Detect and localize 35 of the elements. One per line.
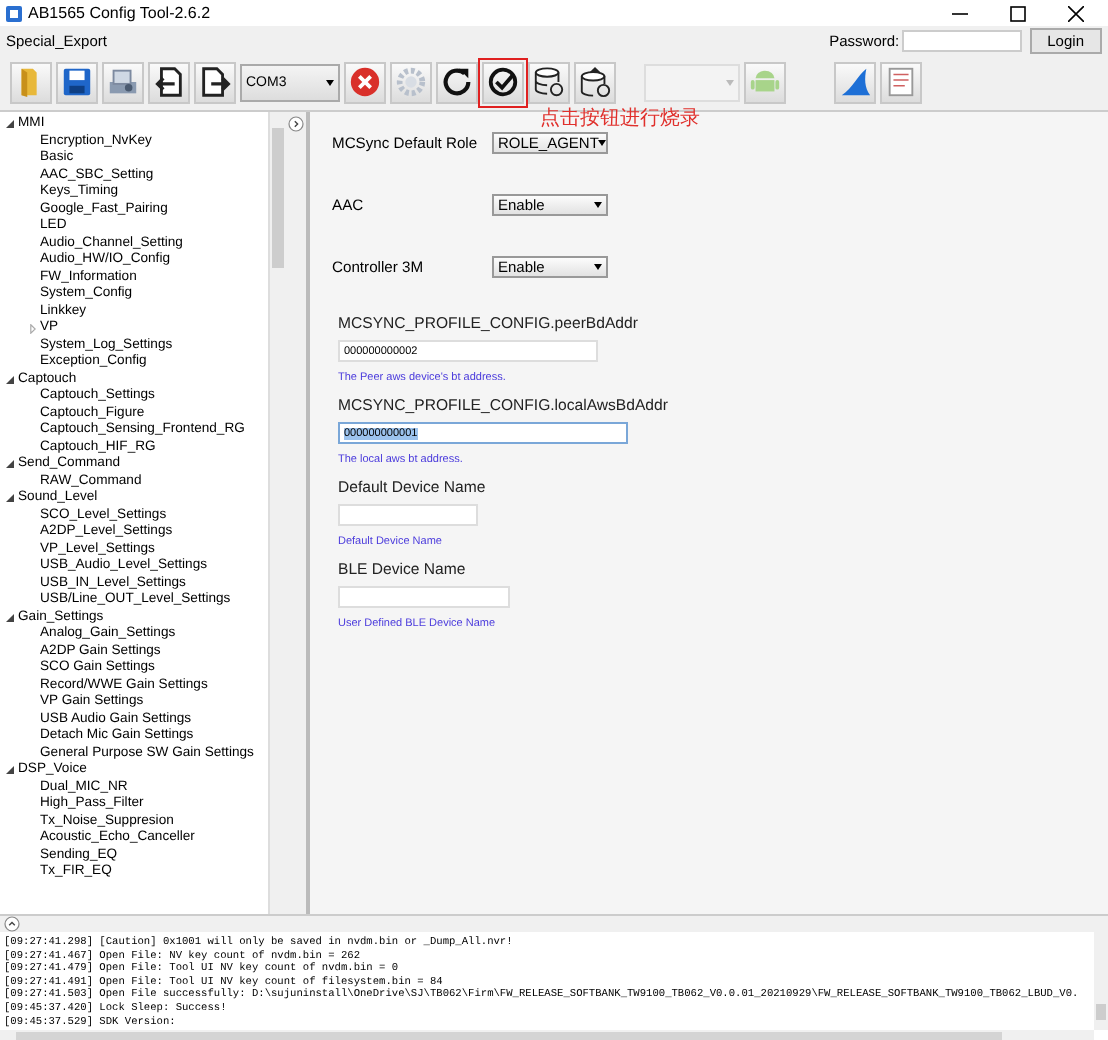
- database-icon[interactable]: [528, 61, 570, 103]
- clock-check-icon[interactable]: [482, 61, 524, 103]
- input-field[interactable]: [338, 504, 478, 526]
- close-icon[interactable]: [1068, 5, 1084, 21]
- import-file-icon[interactable]: [148, 61, 190, 103]
- caret-icon: [594, 264, 602, 270]
- notepad-icon[interactable]: [880, 61, 922, 103]
- caret-icon: [726, 79, 734, 85]
- collapse-panel-icon[interactable]: [4, 916, 20, 932]
- app-icon: [6, 5, 22, 21]
- caret-icon: [326, 79, 334, 85]
- expanded-triangle-icon[interactable]: [6, 375, 14, 384]
- expanded-triangle-icon[interactable]: [6, 766, 14, 775]
- expanded-triangle-icon[interactable]: [6, 120, 14, 129]
- expanded-triangle-icon[interactable]: [6, 460, 14, 469]
- refresh-icon[interactable]: [436, 61, 478, 103]
- shark-fin-icon[interactable]: [834, 61, 876, 103]
- caret-icon: [594, 202, 602, 208]
- export-file-icon[interactable]: [194, 61, 236, 103]
- disconnect-icon[interactable]: [344, 61, 386, 103]
- scrollbar[interactable]: [1094, 932, 1108, 1030]
- expand-panel-icon[interactable]: [288, 116, 304, 132]
- maximize-icon[interactable]: [1010, 5, 1026, 21]
- database-upload-icon[interactable]: [574, 61, 616, 103]
- scanner-icon[interactable]: [102, 61, 144, 103]
- expanded-triangle-icon[interactable]: [6, 494, 14, 503]
- scrollbar[interactable]: [268, 112, 286, 914]
- password-field[interactable]: [901, 29, 1022, 51]
- window-title: AB1565 Config Tool-2.6.2: [28, 4, 211, 22]
- expanded-triangle-icon[interactable]: [6, 613, 14, 622]
- caret-icon: [598, 140, 607, 146]
- horizontal-scrollbar[interactable]: [0, 1030, 1094, 1040]
- save-icon[interactable]: [56, 61, 98, 103]
- input-field[interactable]: [338, 586, 510, 608]
- annotation-text: 点击按钮进行烧录: [540, 105, 700, 132]
